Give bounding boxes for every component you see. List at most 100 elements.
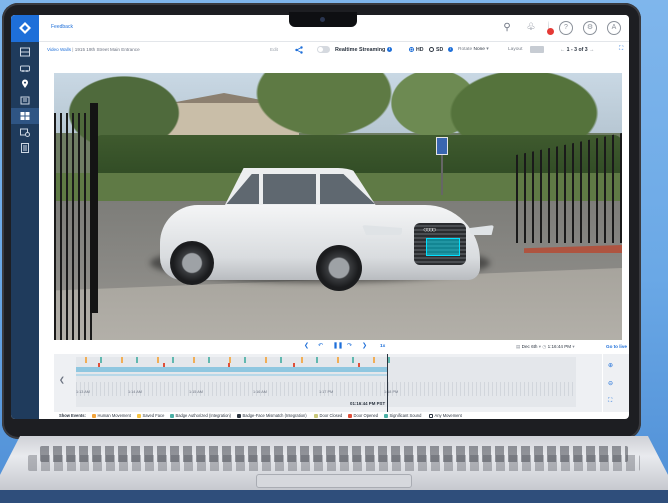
timeline-tick-label: 1:14 AM xyxy=(128,390,142,394)
vehicle-icon[interactable] xyxy=(11,60,39,76)
rewind-icon[interactable]: ↶ xyxy=(318,342,323,349)
info-icon[interactable]: i xyxy=(386,46,392,52)
license-plate-detection[interactable] xyxy=(426,238,460,256)
breadcrumb-current: 1915 19th Street Main Entrance xyxy=(74,47,140,52)
zoom-in-icon[interactable]: ⊕ xyxy=(608,362,613,369)
radio-unselected-icon xyxy=(429,46,434,52)
building-icon[interactable] xyxy=(11,92,39,108)
video-car-pillar xyxy=(316,174,320,204)
info-icon[interactable]: i xyxy=(448,47,453,52)
realtime-streaming-text: Realtime Streaming xyxy=(335,46,386,53)
chevron-down-icon: ▾ xyxy=(538,343,542,349)
webcam xyxy=(320,17,325,22)
pause-icon[interactable]: ❚❚ xyxy=(333,342,343,349)
camera-video-feed[interactable]: ○○○○ xyxy=(54,73,622,340)
event-filter-human-movement[interactable]: Human Movement xyxy=(92,413,131,418)
breadcrumb-separator: | xyxy=(72,47,74,52)
checkbox-icon xyxy=(92,413,96,418)
event-filter-label: Door Closed xyxy=(319,413,343,418)
playback-controls: ❮ ↶ ❚❚ ↷ ❯ 1x ▤ Dec 6th ▾ ◷ 1:16:44 PM ▾… xyxy=(54,340,627,353)
video-parking-sign xyxy=(436,137,448,155)
video-car-badge: ○○○○ xyxy=(423,225,436,234)
hd-label: HD xyxy=(416,46,424,53)
timeline-tick-label: 1:13 AM xyxy=(76,390,90,394)
skip-back-icon[interactable]: ❮ xyxy=(304,342,309,349)
share-icon[interactable] xyxy=(295,46,303,54)
calendar-icon: ▤ xyxy=(516,343,521,349)
rotate-select[interactable]: Rotate None ▾ xyxy=(458,47,489,52)
video-toolbar: Video Walls | 1915 19th Street Main Entr… xyxy=(39,42,629,58)
edit-button[interactable]: Edit xyxy=(270,47,278,52)
go-to-live-button[interactable]: Go to live xyxy=(606,344,627,349)
report-icon[interactable] xyxy=(11,140,39,156)
video-gate-post xyxy=(90,103,98,313)
checkbox-icon xyxy=(237,413,241,418)
search-icon[interactable]: ⚲ xyxy=(500,21,514,35)
timeline-tick-label: 1:16 AM xyxy=(253,390,267,394)
timeline-playhead[interactable] xyxy=(387,354,388,412)
help-icon[interactable]: ? xyxy=(559,21,573,35)
timeline-left-arrow[interactable]: ❮ xyxy=(59,376,65,384)
event-filter-door-opened[interactable]: Door Opened xyxy=(348,413,378,418)
video-car-wheel xyxy=(170,241,214,285)
radio-selected-icon xyxy=(409,46,414,52)
event-filter-label: Door Opened xyxy=(353,413,379,418)
skip-forward-icon[interactable]: ❯ xyxy=(362,342,367,349)
checkbox-icon xyxy=(429,413,433,418)
chevron-down-icon: ▾ xyxy=(486,47,489,52)
video-car-wheel xyxy=(316,245,362,291)
fullscreen-icon[interactable]: ⛶ xyxy=(619,46,623,53)
settings-icon[interactable]: ⚙ xyxy=(583,21,597,35)
zoom-out-icon[interactable]: ⊖ xyxy=(608,380,613,387)
expand-timeline-icon[interactable]: ⛶ xyxy=(608,398,612,405)
dashboard-icon[interactable] xyxy=(11,44,39,60)
feedback-link[interactable]: Feedback xyxy=(51,24,73,30)
hd-radio[interactable]: HD xyxy=(409,47,424,53)
event-filter-saved-face[interactable]: Saved Face xyxy=(137,413,164,418)
checkbox-icon xyxy=(348,413,352,418)
date-value: Dec 6th xyxy=(521,343,538,349)
rotate-value: None xyxy=(473,47,485,52)
timeline-zoom-panel: ⊕ ⊖ ⛶ xyxy=(603,354,629,412)
timeline-playhead-time: 01:16:44 PM PST xyxy=(350,401,386,406)
pager-text: 1 - 3 of 3 xyxy=(566,46,588,53)
video-wall-icon[interactable] xyxy=(11,108,39,124)
playback-speed[interactable]: 1x xyxy=(380,344,385,349)
camera-notch xyxy=(289,12,357,27)
event-filter-badge-authorized[interactable]: Badge Authorized (Integration) xyxy=(170,413,231,418)
breadcrumb-root[interactable]: Video Walls xyxy=(47,47,71,52)
prev-page-icon[interactable]: ← xyxy=(560,47,565,53)
realtime-streaming-label: Realtime Streaming i xyxy=(335,47,392,53)
sd-label: SD xyxy=(436,46,444,53)
event-filter-any-movement[interactable]: Any Movement xyxy=(429,413,462,418)
next-page-icon[interactable]: → xyxy=(589,47,594,53)
event-filter-label: Human Movement xyxy=(97,413,131,418)
sd-radio[interactable]: SD xyxy=(429,47,443,53)
breadcrumb: Video Walls | 1915 19th Street Main Entr… xyxy=(47,47,140,52)
layout-select[interactable] xyxy=(530,46,544,53)
app-screen: Feedback ⚲ ♧ ? ⚙ A Video Walls | 1915 19… xyxy=(11,15,629,419)
realtime-streaming-toggle[interactable] xyxy=(317,46,330,53)
event-filter-significant-sound[interactable]: Significant Sound xyxy=(384,413,421,418)
sidebar xyxy=(11,42,39,419)
event-filter-door-closed[interactable]: Door Closed xyxy=(314,413,342,418)
keyboard-row xyxy=(28,455,640,471)
fast-forward-icon[interactable]: ↷ xyxy=(347,342,352,349)
time-value: 1:16:44 PM xyxy=(547,343,572,349)
pager: ← 1 - 3 of 3 → xyxy=(560,47,594,53)
camera-settings-icon[interactable] xyxy=(11,124,39,140)
event-filters: Show Events: Human Movement Saved Face B… xyxy=(54,412,622,419)
rotate-label: Rotate xyxy=(458,47,473,52)
location-pin-icon[interactable] xyxy=(11,76,39,92)
event-filter-label: Significant Sound xyxy=(389,413,422,418)
account-icon[interactable]: A xyxy=(607,21,621,35)
timeline-tick-label: 1:15 AM xyxy=(189,390,203,394)
date-time-picker[interactable]: ▤ Dec 6th ▾ ◷ 1:16:44 PM ▾ xyxy=(516,344,575,350)
layout-label: Layout xyxy=(508,47,523,52)
event-timeline[interactable]: ❮ 1:13 AM 1:14 AM 1:15 AM 1:16 AM 1:17 P… xyxy=(54,354,602,412)
event-filter-badge-face-mismatch[interactable]: Badge-Face Mismatch (Integration) xyxy=(237,413,307,418)
app-logo[interactable] xyxy=(11,15,39,42)
logo-diamond-icon xyxy=(19,22,31,34)
notification-icon[interactable]: ♧ xyxy=(524,21,554,35)
chevron-down-icon: ▾ xyxy=(572,343,575,349)
